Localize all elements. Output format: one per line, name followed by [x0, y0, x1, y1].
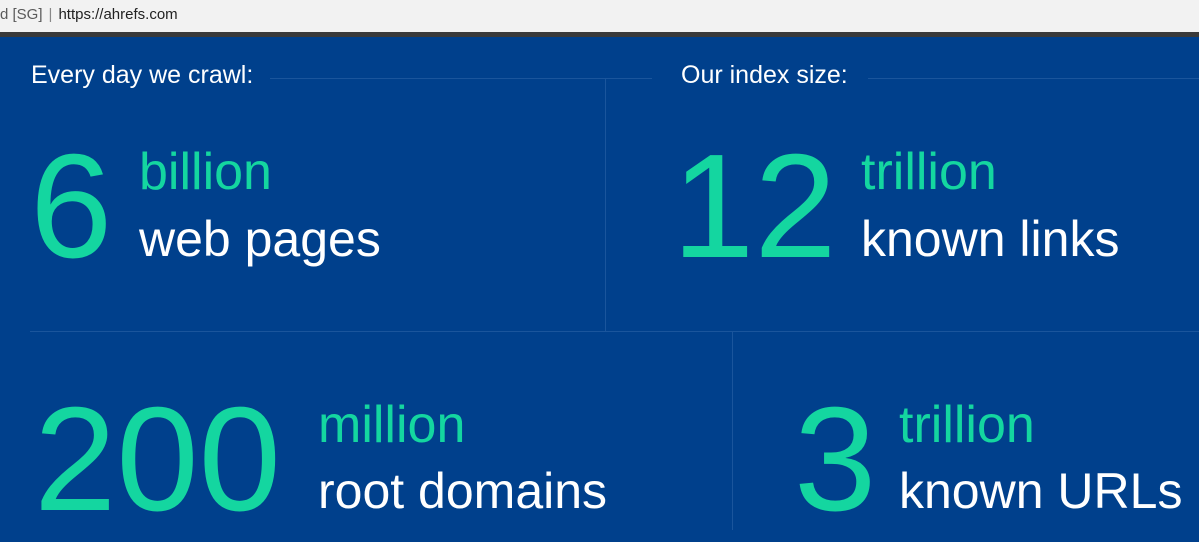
address-text[interactable]: d [SG] | https://ahrefs.com — [0, 6, 178, 23]
stat-label: web pages — [139, 211, 381, 267]
crawl-title-rule — [270, 78, 652, 79]
crawl-section-title: Every day we crawl: — [31, 61, 254, 89]
site-identity-label: d [SG] — [0, 6, 43, 23]
stat-number: 3 — [794, 377, 877, 542]
stat-number: 6 — [30, 124, 113, 289]
top-column-divider — [605, 79, 606, 331]
url-text[interactable]: https://ahrefs.com — [58, 6, 177, 23]
stats-hero: Every day we crawl: Our index size: 6 bi… — [0, 37, 1199, 534]
stat-unit: million — [318, 396, 466, 454]
address-separator: | — [48, 6, 53, 23]
row-divider — [30, 331, 1199, 332]
stat-unit: trillion — [899, 396, 1035, 454]
stat-label: known links — [861, 211, 1120, 267]
index-title-rule — [868, 78, 1199, 79]
index-section-title: Our index size: — [681, 61, 848, 89]
stat-label: known URLs — [899, 463, 1183, 519]
stat-unit: trillion — [861, 143, 997, 201]
browser-address-bar[interactable]: d [SG] | https://ahrefs.com — [0, 0, 1199, 32]
stat-number: 200 — [34, 377, 281, 542]
stat-label: root domains — [318, 463, 608, 519]
bottom-column-divider — [732, 331, 733, 530]
stat-number: 12 — [672, 124, 837, 289]
stat-unit: billion — [139, 143, 272, 201]
